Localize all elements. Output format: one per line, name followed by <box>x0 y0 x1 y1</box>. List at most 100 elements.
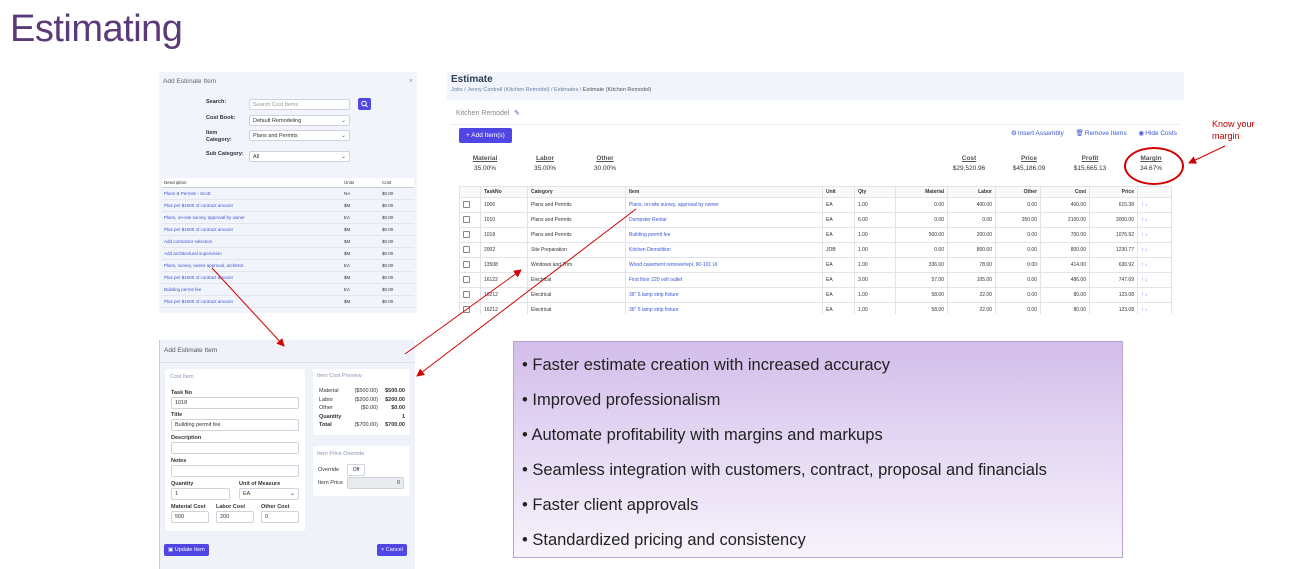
cell-cost: $0.00 <box>380 187 414 200</box>
override-label: Override <box>318 467 340 473</box>
estimate-items-table: TaskNo Category Item Unit Qty Material L… <box>459 186 1172 314</box>
labor-cost-input[interactable]: 200 <box>216 511 254 523</box>
uom-select[interactable]: EA ⌄ <box>239 488 299 500</box>
cell-item[interactable]: 36" 5 lamp strip fixture <box>625 302 823 314</box>
row-checkbox[interactable] <box>463 260 470 268</box>
cell-description[interactable]: Plans, on-site survey, approval by owner <box>162 211 342 224</box>
cell-description[interactable]: Building permit fee <box>162 283 342 296</box>
notes-input[interactable] <box>171 465 299 477</box>
cell-description[interactable]: Plus per $1000 of contract amount <box>162 271 342 284</box>
row-checkbox[interactable] <box>463 305 470 313</box>
description-input[interactable] <box>171 442 299 454</box>
cell-qty: 1.00 <box>854 257 896 273</box>
select-all-column <box>459 186 481 198</box>
breadcrumb-item[interactable]: Estimates <box>554 87 578 93</box>
reorder-arrows-icon[interactable]: ↑ ↓ <box>1137 287 1172 303</box>
cancel-button[interactable]: × Cancel <box>377 544 407 556</box>
title-label: Title <box>171 412 183 418</box>
hide-costs-link[interactable]: ◉Hide Costs <box>1139 130 1182 137</box>
row-checkbox[interactable] <box>463 290 470 298</box>
sub-category-select[interactable]: All ⌄ <box>249 151 350 162</box>
table-row[interactable]: Add architectural supervision $M $0.00 <box>162 247 414 260</box>
table-row: 16212 Electrical 36" 5 lamp strip fixture E… <box>459 302 1172 314</box>
row-checkbox[interactable] <box>463 245 470 253</box>
reorder-arrows-icon[interactable]: ↑ ↓ <box>1137 242 1172 258</box>
breadcrumb-item[interactable]: Jobs <box>451 87 463 93</box>
reorder-arrows-icon[interactable]: ↑ ↓ <box>1137 212 1172 228</box>
reorder-arrows-icon[interactable]: ↑ ↓ <box>1137 272 1172 288</box>
cell-taskno: 1010 <box>480 212 528 228</box>
cell-description[interactable]: Plus per $1000 of contract amount <box>162 295 342 308</box>
reorder-arrows-icon[interactable]: ↑ ↓ <box>1137 302 1172 314</box>
cell-price: 1230.77 <box>1089 242 1138 258</box>
cell-item[interactable]: 36" 5 lamp strip fixture <box>625 287 823 303</box>
task-no-input[interactable]: 1018 <box>171 397 299 409</box>
other-cost-input[interactable]: 0 <box>261 511 299 523</box>
row-checkbox[interactable] <box>463 215 470 223</box>
cell-description[interactable]: Plus per $1000 of contract amount <box>162 223 342 236</box>
summary-cost: Cost $29,520.96 <box>944 155 994 172</box>
table-row[interactable]: Plus per $1000 of contract amount $M $0.00 <box>162 295 414 308</box>
arrow-callout-to-margin <box>1188 145 1226 164</box>
row-checkbox[interactable] <box>463 230 470 238</box>
cell-material: 0.00 <box>895 197 948 213</box>
preview-total: $700.00 <box>385 422 405 428</box>
summary-value: 35.00% <box>473 165 497 172</box>
cell-item[interactable]: Wood casement remove/repl, 90-101 UI <box>625 257 823 273</box>
margin-highlight-circle <box>1124 147 1184 185</box>
cell-units: EA <box>342 283 380 296</box>
item-category-select[interactable]: Plans and Permits ⌄ <box>249 130 350 141</box>
cost-book-select[interactable]: Default Remodeling ⌄ <box>249 115 350 126</box>
cell-description[interactable]: Plans, survey, owner approval, architect <box>162 259 342 272</box>
remove-items-link[interactable]: 🗑Remove Items <box>1076 130 1132 137</box>
cell-item[interactable]: Dumpster Rental <box>625 212 823 228</box>
add-items-button[interactable]: + Add Item(s) <box>459 128 512 143</box>
remove-items-label: Remove Items <box>1084 130 1127 137</box>
item-price-input[interactable]: 0 <box>347 477 404 489</box>
cell-item[interactable]: Building permit fee <box>625 227 823 243</box>
summary-value: 30.00% <box>593 165 617 172</box>
override-toggle[interactable]: Off <box>347 464 365 476</box>
search-button[interactable] <box>358 98 371 110</box>
cell-material: 58.00 <box>895 302 948 314</box>
cell-units: $M <box>342 235 380 248</box>
quantity-input[interactable]: 1 <box>171 488 230 500</box>
cell-item[interactable]: Plans, on-site survey, approval by owner <box>625 197 823 213</box>
table-row[interactable]: Plans, on-site survey, approval by owner… <box>162 211 414 224</box>
cell-description[interactable]: Add contractor selection <box>162 235 342 248</box>
table-row[interactable]: Plus per $1000 of contract amount $M $0.00 <box>162 271 414 284</box>
cell-unit: JOB <box>822 242 855 258</box>
search-input[interactable]: Search Cost Items <box>249 99 350 110</box>
table-row[interactable]: Add contractor selection $M $0.00 <box>162 235 414 248</box>
cell-taskno: 2002 <box>480 242 528 258</box>
cell-cost: 80.00 <box>1040 302 1090 314</box>
reorder-arrows-icon[interactable]: ↑ ↓ <box>1137 197 1172 213</box>
row-checkbox[interactable] <box>463 200 470 208</box>
reorder-arrows-icon[interactable]: ↑ ↓ <box>1137 227 1172 243</box>
table-row[interactable]: Plus per $1000 of contract amount $M $0.00 <box>162 223 414 236</box>
breadcrumb-item[interactable]: Jenny Cantrell (Kitchen Remodel) <box>467 87 549 93</box>
material-cost-input[interactable]: 500 <box>171 511 209 523</box>
close-icon[interactable]: × <box>409 78 413 85</box>
cell-description[interactable]: Plans & Permits - Scott <box>162 187 342 200</box>
table-row[interactable]: Plans, survey, owner approval, architect… <box>162 259 414 272</box>
reorder-arrows-icon[interactable]: ↑ ↓ <box>1137 257 1172 273</box>
row-checkbox[interactable] <box>463 275 470 283</box>
pencil-icon[interactable]: ✎ <box>514 109 520 117</box>
cell-labor: 78.00 <box>947 257 996 273</box>
table-row[interactable]: Plus per $1000 of contract amount $M $0.00 <box>162 199 414 212</box>
title-input[interactable]: Building permit fee <box>171 419 299 431</box>
cell-description[interactable]: Plus per $1000 of contract amount <box>162 199 342 212</box>
table-row[interactable]: Plans & Permits - Scott NA $0.00 <box>162 187 414 200</box>
save-icon: ▣ <box>168 547 174 553</box>
cell-description[interactable]: Add architectural supervision <box>162 247 342 260</box>
cell-item[interactable]: First floor 220 volt outlet <box>625 272 823 288</box>
cell-item[interactable]: Kitchen Demolition <box>625 242 823 258</box>
item-category-value: Plans and Permits <box>253 133 298 139</box>
insert-assembly-link[interactable]: ⚙Insert Assembly <box>1011 130 1069 137</box>
cell-other: 0.00 <box>995 272 1041 288</box>
other-cost-label: Other Cost <box>261 504 290 510</box>
table-row[interactable]: Building permit fee EA $0.00 <box>162 283 414 296</box>
cell-labor: 0.00 <box>947 212 996 228</box>
update-item-button[interactable]: ▣ Update Item <box>164 544 209 556</box>
